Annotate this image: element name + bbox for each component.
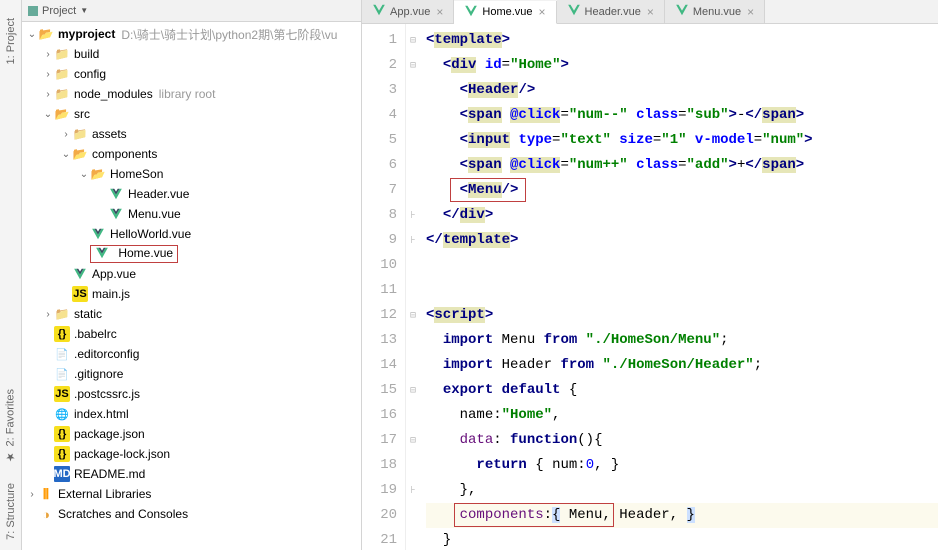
- vue-icon: [95, 246, 111, 262]
- chevron-right-icon[interactable]: ›: [42, 49, 54, 60]
- tree-static[interactable]: ›static: [22, 304, 361, 324]
- fold-icon[interactable]: ⊟: [406, 303, 420, 328]
- tree-node-modules[interactable]: ›node_moduleslibrary root: [22, 84, 361, 104]
- folder-icon: [54, 66, 70, 82]
- project-sidebar: Project ▼ ⌄ myproject D:\骑士\骑士计划\python2…: [22, 0, 362, 550]
- tree-header-vue[interactable]: Header.vue: [22, 184, 361, 204]
- tree-assets[interactable]: ›assets: [22, 124, 361, 144]
- fold-gutter: ⊟⊟⊦⊦⊟⊟⊟⊦: [406, 24, 420, 550]
- dropdown-icon[interactable]: ▼: [80, 6, 88, 15]
- vue-icon: [464, 4, 478, 21]
- md-icon: MD: [54, 466, 70, 482]
- tree-gitignore[interactable]: 📄.gitignore: [22, 364, 361, 384]
- file-icon: 📄: [54, 346, 70, 362]
- code-editor[interactable]: 123456789101112131415161718192021 ⊟⊟⊦⊦⊟⊟…: [362, 24, 938, 550]
- editor-tabs: App.vue× Home.vue× Header.vue× Menu.vue×: [362, 0, 938, 24]
- fold-icon[interactable]: ⊟: [406, 28, 420, 53]
- close-icon[interactable]: ×: [436, 5, 443, 19]
- folder-icon: [54, 106, 70, 122]
- project-name: myproject: [58, 27, 115, 41]
- js-icon: JS: [72, 286, 88, 302]
- chevron-down-icon[interactable]: ⌄: [26, 29, 38, 40]
- fold-icon[interactable]: ⊟: [406, 428, 420, 453]
- tab-app[interactable]: App.vue×: [362, 0, 454, 23]
- tab-menu[interactable]: Menu.vue×: [665, 0, 765, 23]
- json-icon: {}: [54, 426, 70, 442]
- tree-components[interactable]: ⌄components: [22, 144, 361, 164]
- vue-icon: [108, 186, 124, 202]
- chevron-right-icon[interactable]: ›: [60, 129, 72, 140]
- close-icon[interactable]: ×: [747, 5, 754, 19]
- folder-icon: [54, 86, 70, 102]
- chevron-right-icon[interactable]: ›: [42, 309, 54, 320]
- folder-icon: [72, 126, 88, 142]
- folder-icon: [38, 26, 54, 42]
- left-tool-strip: 1: Project ★ 2: Favorites 7: Structure: [0, 0, 22, 550]
- tree-readme[interactable]: MDREADME.md: [22, 464, 361, 484]
- file-icon: 📄: [54, 366, 70, 382]
- chevron-right-icon[interactable]: ›: [42, 89, 54, 100]
- html-icon: 🌐: [54, 406, 70, 422]
- tab-header[interactable]: Header.vue×: [557, 0, 665, 23]
- tree-scratches[interactable]: Scratches and Consoles: [22, 504, 361, 524]
- editor-area: App.vue× Home.vue× Header.vue× Menu.vue×…: [362, 0, 938, 550]
- tree-home-vue[interactable]: Home.vue: [22, 244, 361, 264]
- json-icon: {}: [54, 326, 70, 342]
- vue-icon: [567, 3, 581, 20]
- code-content[interactable]: <template> <div id="Home"> <Header/> <sp…: [420, 24, 938, 550]
- chevron-down-icon[interactable]: ⌄: [42, 109, 54, 120]
- tree-main-js[interactable]: JSmain.js: [22, 284, 361, 304]
- vue-icon: [372, 3, 386, 20]
- tree-app-vue[interactable]: App.vue: [22, 264, 361, 284]
- tree-root[interactable]: ⌄ myproject D:\骑士\骑士计划\python2期\第七阶段\vu: [22, 24, 361, 44]
- tree-helloworld[interactable]: HelloWorld.vue: [22, 224, 361, 244]
- tree-babelrc[interactable]: {}.babelrc: [22, 324, 361, 344]
- tree-homeson[interactable]: ⌄HomeSon: [22, 164, 361, 184]
- chevron-right-icon[interactable]: ›: [42, 69, 54, 80]
- project-path: D:\骑士\骑士计划\python2期\第七阶段\vu: [121, 26, 337, 43]
- tree-src[interactable]: ⌄src: [22, 104, 361, 124]
- tree-config[interactable]: ›config: [22, 64, 361, 84]
- vue-icon: [108, 206, 124, 222]
- tool-structure-tab[interactable]: 7: Structure: [5, 483, 17, 540]
- folder-icon: [90, 166, 106, 182]
- close-icon[interactable]: ×: [647, 5, 654, 19]
- tree-build[interactable]: ›build: [22, 44, 361, 64]
- js-icon: JS: [54, 386, 70, 402]
- fold-icon[interactable]: ⊟: [406, 378, 420, 403]
- tool-favorites-tab[interactable]: ★ 2: Favorites: [4, 389, 17, 463]
- tree-external-libs[interactable]: ›External Libraries: [22, 484, 361, 504]
- project-tree: ⌄ myproject D:\骑士\骑士计划\python2期\第七阶段\vu …: [22, 22, 361, 550]
- tab-home[interactable]: Home.vue×: [454, 1, 556, 24]
- tree-package-lock[interactable]: {}package-lock.json: [22, 444, 361, 464]
- vue-icon: [675, 3, 689, 20]
- project-icon: [28, 6, 38, 16]
- folder-icon: [54, 306, 70, 322]
- library-icon: [38, 486, 54, 502]
- close-icon[interactable]: ×: [539, 5, 546, 19]
- chevron-down-icon[interactable]: ⌄: [60, 149, 72, 160]
- vue-icon: [72, 266, 88, 282]
- folder-icon: [72, 146, 88, 162]
- folder-icon: [54, 46, 70, 62]
- tree-editorconfig[interactable]: 📄.editorconfig: [22, 344, 361, 364]
- chevron-right-icon[interactable]: ›: [26, 489, 38, 500]
- tree-menu-vue[interactable]: Menu.vue: [22, 204, 361, 224]
- sidebar-title: Project: [42, 5, 76, 17]
- fold-icon[interactable]: ⊟: [406, 53, 420, 78]
- sidebar-header[interactable]: Project ▼: [22, 0, 361, 22]
- json-icon: {}: [54, 446, 70, 462]
- tree-index-html[interactable]: 🌐index.html: [22, 404, 361, 424]
- tree-postcssrc[interactable]: JS.postcssrc.js: [22, 384, 361, 404]
- chevron-down-icon[interactable]: ⌄: [78, 169, 90, 180]
- vue-icon: [90, 226, 106, 242]
- line-gutter: 123456789101112131415161718192021: [362, 24, 406, 550]
- scratch-icon: [38, 506, 54, 522]
- tool-project-tab[interactable]: 1: Project: [5, 18, 17, 64]
- tree-package-json[interactable]: {}package.json: [22, 424, 361, 444]
